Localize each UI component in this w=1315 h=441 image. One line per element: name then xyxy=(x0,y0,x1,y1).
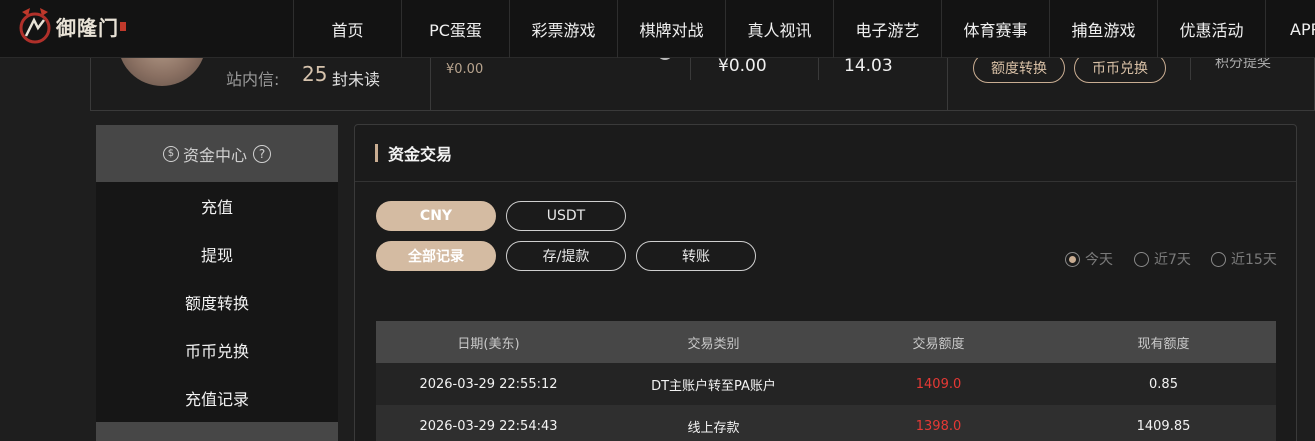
nav-lottery[interactable]: 彩票游戏 xyxy=(509,0,617,58)
header-amount: 交易额度 xyxy=(912,336,965,352)
sidebar-item-withdraw[interactable]: 提现 xyxy=(96,230,338,278)
radio-icon xyxy=(1211,251,1226,267)
logo-icon xyxy=(16,6,54,46)
table-row: 2026-03-29 22:54:43 线上存款 1398.0 1409.85 xyxy=(376,405,1276,441)
table-row: 2026-03-29 22:55:12 DT主账户转至PA账户 1409.0 0… xyxy=(376,363,1276,405)
sidebar-item-deposit[interactable]: 充值 xyxy=(96,182,338,230)
inbox-count[interactable]: 25 xyxy=(302,62,327,86)
nav-home[interactable]: 首页 xyxy=(293,0,401,58)
cell-balance: 1409.85 xyxy=(1136,418,1191,434)
balance-other: 14.03 xyxy=(844,56,893,76)
site-logo[interactable]: 御隆门 xyxy=(16,6,126,46)
nav-sports[interactable]: 体育赛事 xyxy=(941,0,1049,58)
sidebar-item-coin-exchange[interactable]: 币币兑换 xyxy=(96,326,338,374)
panel-header: 资金交易 xyxy=(355,125,1296,182)
cell-date: 2026-03-29 22:54:43 xyxy=(419,418,558,434)
range-15-days[interactable]: 近15天 xyxy=(1211,249,1277,269)
balance-main: ¥0.00 xyxy=(718,56,767,76)
filter-deposit-withdraw-button[interactable]: 存/提款 xyxy=(506,241,626,271)
currency-usdt-button[interactable]: USDT xyxy=(506,201,626,231)
nav-pc-egg[interactable]: PC蛋蛋 xyxy=(401,0,509,58)
table-header: 日期(美东) 交易类别 交易额度 现有额度 xyxy=(376,321,1276,363)
cell-type: DT主账户转至PA账户 xyxy=(651,378,776,394)
inbox-label: 站内信: xyxy=(226,70,280,89)
nav-app[interactable]: APP xyxy=(1265,0,1315,58)
logo-text: 御隆门 xyxy=(56,15,119,40)
balance-small: ¥0.00 xyxy=(446,62,484,77)
cell-type: 线上存款 xyxy=(687,420,740,436)
sidebar: $ 资金中心 ? 充值 提现 额度转换 币币兑换 充值记录 xyxy=(96,125,338,441)
divider xyxy=(818,58,819,80)
top-navigation: 御隆门 首页 PC蛋蛋 彩票游戏 棋牌对战 真人视讯 电子游艺 体育赛事 捕鱼游… xyxy=(0,0,1315,58)
fund-transactions-panel: 资金交易 CNY USDT 全部记录 存/提款 转账 今天 近7天 近15天 日… xyxy=(354,124,1297,441)
main-nav: 首页 PC蛋蛋 彩票游戏 棋牌对战 真人视讯 电子游艺 体育赛事 捕鱼游戏 优惠… xyxy=(293,0,1315,58)
sidebar-header: $ 资金中心 ? xyxy=(96,125,338,182)
nav-chess[interactable]: 棋牌对战 xyxy=(617,0,725,58)
filter-all-button[interactable]: 全部记录 xyxy=(376,241,496,271)
nav-promotions[interactable]: 优惠活动 xyxy=(1157,0,1265,58)
cell-balance: 0.85 xyxy=(1149,376,1178,392)
header-type: 交易类别 xyxy=(687,336,740,352)
range-today[interactable]: 今天 xyxy=(1065,249,1113,269)
inbox-unread-label: 封未读 xyxy=(332,70,381,89)
range-7-days[interactable]: 近7天 xyxy=(1134,249,1191,269)
currency-cny-button[interactable]: CNY xyxy=(376,201,496,231)
nav-fishing[interactable]: 捕鱼游戏 xyxy=(1049,0,1157,58)
radio-icon xyxy=(1134,251,1149,267)
header-date: 日期(美东) xyxy=(457,336,520,352)
sidebar-item-quota-transfer[interactable]: 额度转换 xyxy=(96,278,338,326)
logo-accent xyxy=(120,21,126,31)
funds-icon: $ xyxy=(162,145,179,162)
help-icon[interactable]: ? xyxy=(253,144,271,163)
sidebar-item-active[interactable] xyxy=(96,422,338,441)
sidebar-title: 资金中心 xyxy=(182,145,247,165)
cell-amount: 1409.0 xyxy=(915,376,962,392)
divider xyxy=(947,58,948,111)
transactions-table: 日期(美东) 交易类别 交易额度 现有额度 2026-03-29 22:55:1… xyxy=(376,321,1276,441)
radio-selected-icon xyxy=(1065,251,1080,267)
filter-transfer-button[interactable]: 转账 xyxy=(636,241,756,271)
nav-live[interactable]: 真人视讯 xyxy=(725,0,833,58)
divider xyxy=(1190,58,1191,80)
divider xyxy=(690,58,691,80)
header-balance: 现有额度 xyxy=(1137,336,1190,352)
nav-slots[interactable]: 电子游艺 xyxy=(833,0,941,58)
divider xyxy=(430,58,431,111)
cell-amount: 1398.0 xyxy=(915,418,962,434)
title-accent xyxy=(375,144,378,162)
cell-date: 2026-03-29 22:55:12 xyxy=(419,376,558,392)
panel-title: 资金交易 xyxy=(388,145,453,164)
sidebar-item-deposit-records[interactable]: 充值记录 xyxy=(96,374,338,422)
